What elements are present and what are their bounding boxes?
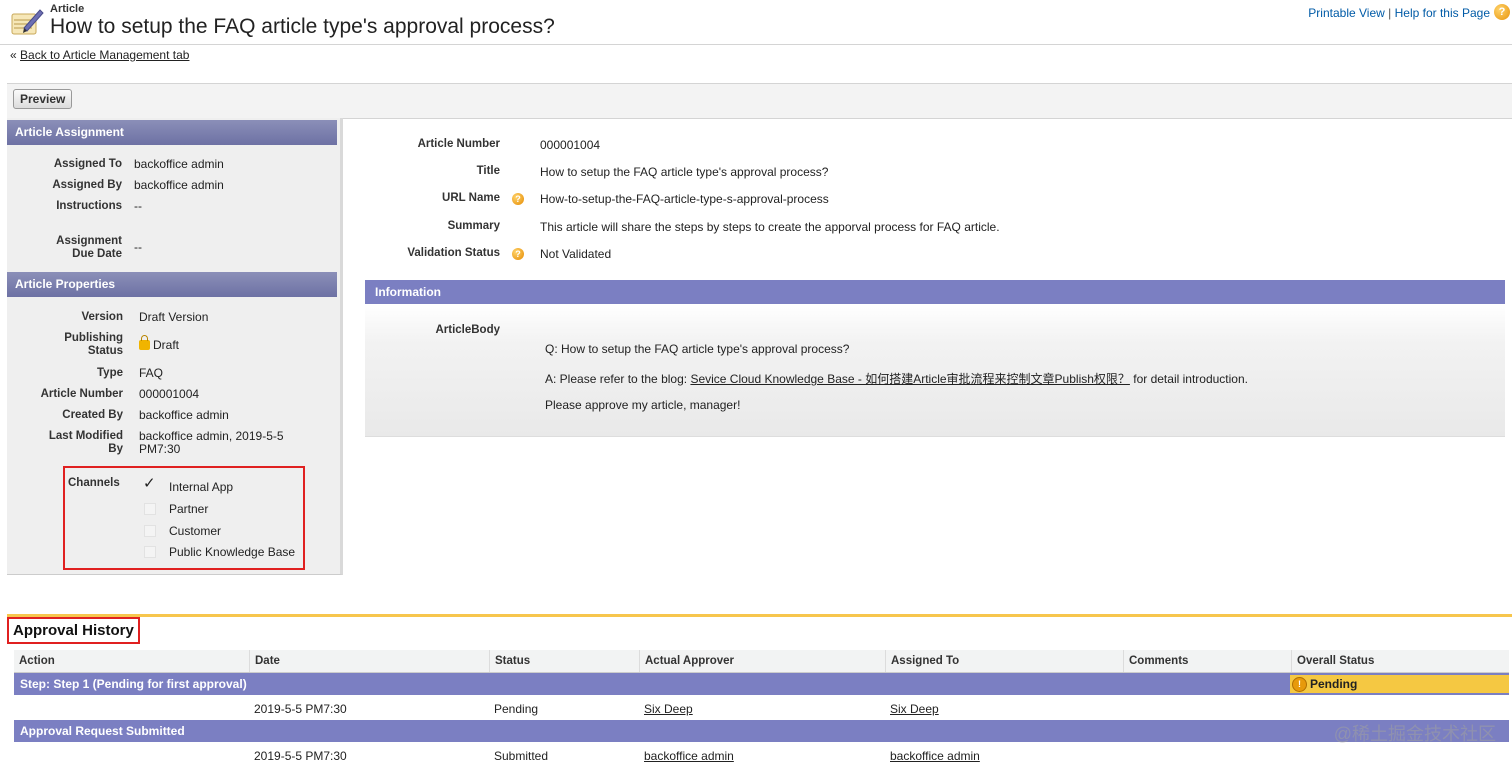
article-assignment-header: Article Assignment xyxy=(7,120,337,145)
validation-status-field-value: Not Validated xyxy=(540,247,612,261)
summary-field-label: Summary xyxy=(447,220,500,232)
url-name-help-icon[interactable]: ? xyxy=(512,193,524,205)
col-assigned-to: Assigned To xyxy=(885,650,1123,672)
url-name-field-label: URL Name xyxy=(442,192,500,204)
created-by-label: Created By xyxy=(62,409,123,421)
version-value: Draft Version xyxy=(139,310,209,324)
channels-label: Channels xyxy=(68,477,120,489)
help-icon[interactable]: ? xyxy=(1494,4,1510,20)
submitted-date: 2019-5-5 PM7:30 xyxy=(254,749,347,763)
assignment-due-date-value: -- xyxy=(134,240,142,254)
article-properties-header: Article Properties xyxy=(7,272,337,297)
back-to-article-management-link[interactable]: Back to Article Management tab xyxy=(20,48,189,62)
pending-icon: ! xyxy=(1292,677,1307,692)
assigned-to-label: Assigned To xyxy=(53,158,122,170)
channel-customer-checkbox xyxy=(144,525,156,537)
col-action: Action xyxy=(19,655,55,667)
last-modified-label: Last Modified By xyxy=(48,430,123,455)
summary-field-value: This article will share the steps by ste… xyxy=(540,220,1000,234)
last-modified-value: backoffice admin, 2019-5-5 PM7:30 xyxy=(139,429,284,456)
assigned-by-label: Assigned By xyxy=(52,179,122,191)
created-by-value: backoffice admin xyxy=(139,408,229,422)
lock-icon xyxy=(139,335,150,350)
step-1-row: Step: Step 1 (Pending for first approval… xyxy=(14,673,1509,695)
preview-button[interactable]: Preview xyxy=(13,89,73,109)
article-body-section: ArticleBody Q: How to setup the FAQ arti… xyxy=(365,304,1505,437)
header-link-separator: | xyxy=(1388,6,1392,20)
back-arrow: « xyxy=(10,48,17,62)
title-field-label: Title xyxy=(476,165,500,177)
answer-suffix: for detail introduction. xyxy=(1133,372,1248,386)
assignment-due-date-label: Assignment Due Date xyxy=(56,235,122,260)
channel-partner-checkbox xyxy=(144,503,156,515)
submitted-label: Approval Request Submitted xyxy=(20,724,185,738)
blog-link[interactable]: Sevice Cloud Knowledge Base - 如何搭建Articl… xyxy=(690,372,1129,386)
col-actual-approver: Actual Approver xyxy=(639,650,885,672)
help-link[interactable]: Help for this Page xyxy=(1395,6,1490,20)
channel-customer: Customer xyxy=(169,524,222,538)
overall-status-badge: ! Pending xyxy=(1290,675,1509,693)
publishing-status-value: Draft xyxy=(139,335,180,352)
submitted-assigned-link[interactable]: backoffice admin xyxy=(890,749,980,763)
type-label: Type xyxy=(97,367,123,379)
back-link-row: « Back to Article Management tab xyxy=(10,48,189,62)
overall-status-text: Pending xyxy=(1310,677,1358,691)
step-1-date: 2019-5-5 PM7:30 xyxy=(254,702,347,716)
header-links: Printable View | Help for this Page xyxy=(1308,6,1490,20)
submitted-status: Submitted xyxy=(494,749,549,763)
information-section-header: Information xyxy=(365,280,1505,304)
page-header: Article How to setup the FAQ article typ… xyxy=(0,0,1512,45)
watermark: @稀土掘金技术社区 xyxy=(1333,724,1496,744)
validation-status-field-label: Validation Status xyxy=(407,247,500,259)
article-icon xyxy=(11,9,44,35)
col-status: Status xyxy=(489,650,639,672)
record-type: Article xyxy=(50,3,85,15)
article-body-question: Q: How to setup the FAQ article type's a… xyxy=(545,342,850,356)
toolbar: Preview xyxy=(7,83,1512,119)
article-body-label: ArticleBody xyxy=(435,324,500,336)
submitted-approver-link[interactable]: backoffice admin xyxy=(644,749,734,763)
article-body-answer: A: Please refer to the blog: Sevice Clou… xyxy=(545,370,1248,387)
page-title: How to setup the FAQ article type's appr… xyxy=(50,15,555,38)
article-number-label: Article Number xyxy=(40,388,123,400)
channels-highlight: Channels ✓ Internal App Partner Customer… xyxy=(63,466,305,570)
sidebar: Article Assignment Assigned To backoffic… xyxy=(7,118,343,575)
version-label: Version xyxy=(81,311,123,323)
channel-partner: Partner xyxy=(169,502,209,516)
assigned-to-value: backoffice admin xyxy=(134,157,224,171)
step-1-status: Pending xyxy=(494,702,539,716)
channel-internal-app: Internal App xyxy=(169,480,234,494)
col-comments: Comments xyxy=(1123,650,1291,672)
article-number-field-value: 000001004 xyxy=(540,138,601,152)
answer-prefix: A: Please refer to the blog: xyxy=(545,372,688,386)
approval-table-header: Action Date Status Actual Approver Assig… xyxy=(14,650,1509,673)
publishing-status-text: Draft xyxy=(153,338,180,352)
publishing-status-label: Publishing Status xyxy=(64,332,123,357)
article-number-field-label: Article Number xyxy=(417,138,500,150)
approval-history-title: Approval History xyxy=(7,617,140,644)
validation-status-help-icon[interactable]: ? xyxy=(512,248,524,260)
article-body-closing: Please approve my article, manager! xyxy=(545,398,741,412)
instructions-value: -- xyxy=(134,199,142,213)
article-number-value: 000001004 xyxy=(139,387,200,401)
channel-internal-app-checkmark: ✓ xyxy=(143,475,156,492)
url-name-field-value: How-to-setup-the-FAQ-article-type-s-appr… xyxy=(540,192,829,206)
title-field-value: How to setup the FAQ article type's appr… xyxy=(540,165,829,179)
printable-view-link[interactable]: Printable View xyxy=(1308,6,1385,20)
type-value: FAQ xyxy=(139,366,164,380)
channel-public-knowledge-base: Public Knowledge Base xyxy=(169,545,296,559)
approval-history-title-bar: Approval History xyxy=(7,617,1512,645)
instructions-label: Instructions xyxy=(56,200,122,212)
assigned-by-value: backoffice admin xyxy=(134,178,224,192)
step-1-approver-link[interactable]: Six Deep xyxy=(644,702,693,716)
channel-public-kb-checkbox xyxy=(144,546,156,558)
col-date: Date xyxy=(249,650,489,672)
step-1-assigned-link[interactable]: Six Deep xyxy=(890,702,939,716)
step-1-label: Step: Step 1 (Pending for first approval… xyxy=(20,677,247,691)
submitted-row: Approval Request Submitted xyxy=(14,720,1509,742)
col-overall-status: Overall Status xyxy=(1291,650,1509,672)
